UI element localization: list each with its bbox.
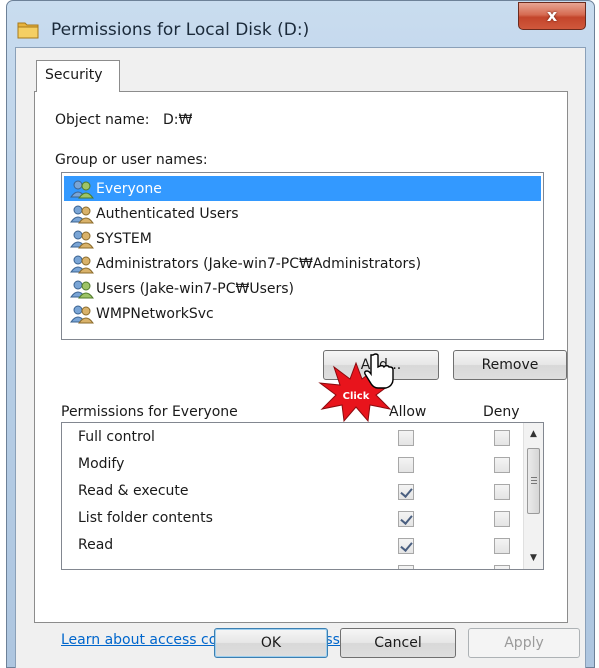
apply-button[interactable]: Apply xyxy=(468,628,580,658)
list-item-label: Everyone xyxy=(96,180,162,197)
permission-row-read: Read xyxy=(62,532,517,559)
remove-button[interactable]: Remove xyxy=(453,350,567,380)
scroll-down-icon[interactable]: ▼ xyxy=(524,549,543,567)
allow-full-control-checkbox[interactable] xyxy=(398,430,414,446)
list-item-administrators[interactable]: Administrators (Jake-win7-PC₩Administrat… xyxy=(64,251,541,276)
object-name-label: Object name: xyxy=(55,112,150,128)
permissions-scrollbar[interactable]: ▲ ▼ xyxy=(523,423,543,569)
dialog-client-area: Security Object name: D:₩ Group or user … xyxy=(15,47,586,668)
allow-next-checkbox[interactable] xyxy=(398,565,414,569)
group-user-list[interactable]: Everyone Authenticated Users SYSTEM Admi… xyxy=(61,172,544,340)
list-item-authenticated-users[interactable]: Authenticated Users xyxy=(64,201,541,226)
permission-row-full-control: Full control xyxy=(62,424,517,451)
list-item-everyone[interactable]: Everyone xyxy=(64,176,541,201)
list-item-wmpnetworksvc[interactable]: WMPNetworkSvc xyxy=(64,301,541,326)
deny-column-header: Deny xyxy=(483,404,520,420)
user-group-icon xyxy=(70,180,94,198)
allow-modify-checkbox[interactable] xyxy=(398,457,414,473)
folder-icon xyxy=(17,22,39,39)
object-name-value: D:₩ xyxy=(163,112,193,128)
permission-name: Full control xyxy=(78,429,155,445)
deny-full-control-checkbox[interactable] xyxy=(494,430,510,446)
permission-row-modify: Modify xyxy=(62,451,517,478)
close-icon: x xyxy=(546,6,558,25)
permission-name: Read xyxy=(78,537,114,553)
list-item-label: SYSTEM xyxy=(96,230,152,247)
permission-row-read-execute: Read & execute xyxy=(62,478,517,505)
deny-list-folder-contents-checkbox[interactable] xyxy=(494,511,510,527)
deny-modify-checkbox[interactable] xyxy=(494,457,510,473)
allow-list-folder-contents-checkbox[interactable] xyxy=(398,511,414,527)
deny-read-checkbox[interactable] xyxy=(494,538,510,554)
list-item-label: Administrators (Jake-win7-PC₩Administrat… xyxy=(96,255,422,272)
tab-security[interactable]: Security xyxy=(36,60,120,92)
click-callout-text: Click xyxy=(343,391,370,402)
permissions-header: Permissions for Everyone xyxy=(61,404,238,420)
permissions-list: Full control Modify Read & execute List … xyxy=(61,422,544,570)
permission-name: Modify xyxy=(78,456,125,472)
list-item-users[interactable]: Users (Jake-win7-PC₩Users) xyxy=(64,276,541,301)
permissions-window: Permissions for Local Disk (D:) x Securi… xyxy=(6,0,595,668)
allow-column-header: Allow xyxy=(389,404,427,420)
hand-cursor-icon xyxy=(364,353,394,389)
permission-name: List folder contents xyxy=(78,510,213,526)
permission-name: Read & execute xyxy=(78,483,189,499)
permission-row-list-folder-contents: List folder contents xyxy=(62,505,517,532)
user-group-icon xyxy=(70,230,94,248)
permission-row-partial xyxy=(62,559,517,569)
close-button[interactable]: x xyxy=(518,2,586,30)
list-item-label: WMPNetworkSvc xyxy=(96,305,214,322)
scrollbar-thumb[interactable] xyxy=(527,448,540,514)
user-group-icon xyxy=(70,255,94,273)
scroll-up-icon[interactable]: ▲ xyxy=(524,425,543,443)
cancel-button[interactable]: Cancel xyxy=(340,628,456,658)
deny-next-checkbox[interactable] xyxy=(494,565,510,569)
ok-button[interactable]: OK xyxy=(214,628,328,658)
allow-read-checkbox[interactable] xyxy=(398,538,414,554)
list-item-label: Authenticated Users xyxy=(96,205,239,222)
list-item-system[interactable]: SYSTEM xyxy=(64,226,541,251)
user-group-icon xyxy=(70,205,94,223)
security-tab-panel: Object name: D:₩ Group or user names: Ev… xyxy=(34,91,568,648)
user-group-icon xyxy=(70,305,94,323)
user-group-icon xyxy=(70,280,94,298)
list-item-label: Users (Jake-win7-PC₩Users) xyxy=(96,280,294,297)
group-user-names-label: Group or user names: xyxy=(55,152,208,168)
window-title: Permissions for Local Disk (D:) xyxy=(51,20,310,40)
allow-read-execute-checkbox[interactable] xyxy=(398,484,414,500)
deny-read-execute-checkbox[interactable] xyxy=(494,484,510,500)
